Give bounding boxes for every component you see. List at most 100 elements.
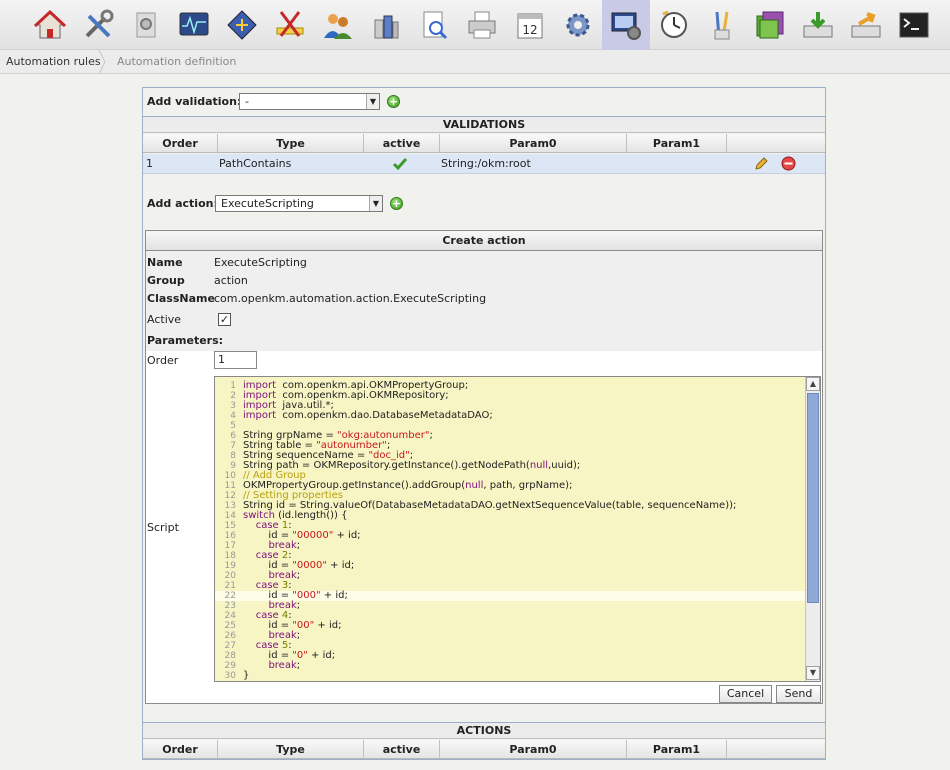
code-token: ;: [296, 600, 301, 611]
line-content: }: [243, 671, 249, 681]
add-validation-label: Add validation:: [147, 95, 242, 108]
create-action-title: Create action: [146, 231, 822, 251]
printer-icon[interactable]: [458, 0, 506, 50]
database-icon[interactable]: [362, 0, 410, 50]
search-icon[interactable]: [122, 0, 170, 50]
breadcrumb-automation-rules[interactable]: Automation rules: [6, 50, 101, 74]
chevron-down-icon: ▼: [366, 94, 379, 109]
col-param1: Param1: [627, 740, 727, 759]
active-checkbox[interactable]: ✓: [218, 313, 231, 326]
check-icon: [392, 158, 408, 171]
code-line: 17 break;: [215, 540, 805, 552]
col-param0: Param0: [440, 134, 627, 153]
col-active: active: [364, 740, 440, 759]
line-content: break;: [243, 661, 300, 671]
tools-icon[interactable]: [74, 0, 122, 50]
code-token: }: [243, 670, 250, 681]
col-param1: Param1: [627, 134, 727, 153]
calendar-icon[interactable]: 12: [506, 0, 554, 50]
code-lines: 1 import com.openkm.api.OKMPropertyGroup;…: [215, 381, 805, 681]
name-value: ExecuteScripting: [214, 256, 307, 269]
main-toolbar: 12: [0, 0, 950, 50]
gear-icon[interactable]: [554, 0, 602, 50]
code-token: + id;: [320, 590, 348, 601]
script-editor[interactable]: 1 import com.openkm.api.OKMPropertyGroup;…: [214, 376, 821, 682]
import-icon[interactable]: [794, 0, 842, 50]
create-action-box: Create action Name ExecuteScripting Grou…: [145, 230, 823, 704]
group-label: Group: [147, 274, 185, 287]
report-icon[interactable]: [410, 0, 458, 50]
validation-select-value: -: [245, 95, 249, 108]
brushes-icon[interactable]: [698, 0, 746, 50]
scroll-down-icon[interactable]: ▼: [806, 666, 820, 680]
validations-header: Order Type active Param0 Param1: [143, 134, 825, 153]
line-number: 23: [224, 601, 236, 611]
diamond-icon[interactable]: [218, 0, 266, 50]
code-token: import: [243, 410, 277, 421]
order-label: Order: [147, 354, 179, 367]
home-icon[interactable]: [26, 0, 74, 50]
scissors-icon[interactable]: [266, 0, 314, 50]
breadcrumb-separator-icon: [98, 50, 106, 74]
export-icon[interactable]: [842, 0, 890, 50]
col-active: active: [364, 134, 440, 153]
code-line: 14 switch (id.length()) {: [215, 511, 805, 522]
users-icon[interactable]: [314, 0, 362, 50]
terminal-icon[interactable]: [890, 0, 938, 50]
code-token: null: [465, 480, 484, 491]
order-input[interactable]: 1: [214, 351, 257, 369]
delete-icon[interactable]: [781, 156, 796, 171]
clock-icon[interactable]: [650, 0, 698, 50]
automation-icon[interactable]: [602, 0, 650, 50]
action-select[interactable]: ExecuteScripting ▼: [215, 195, 383, 212]
line-number: 6: [230, 431, 236, 441]
actions-header: Order Type active Param0 Param1: [143, 740, 825, 759]
parameters-label: Parameters:: [147, 334, 224, 347]
action-select-value: ExecuteScripting: [221, 197, 314, 210]
cancel-button[interactable]: Cancel: [719, 685, 772, 703]
validations-title: VALIDATIONS: [143, 116, 825, 133]
code-token: com.openkm.dao.DatabaseMetadataDAO;: [276, 410, 493, 421]
add-validation-button[interactable]: +: [387, 95, 400, 108]
col-order: Order: [143, 134, 218, 153]
line-number: 22: [224, 591, 236, 601]
send-button[interactable]: Send: [776, 685, 821, 703]
line-number: 11: [224, 481, 236, 491]
script-label: Script: [147, 521, 179, 534]
row-type: PathContains: [219, 157, 292, 170]
name-label: Name: [147, 256, 183, 269]
calendar-day: 12: [522, 23, 537, 37]
line-number: 14: [224, 511, 236, 521]
code-line: 23 break;: [215, 600, 805, 612]
table-row[interactable]: 1 PathContains String:/okm:root: [143, 154, 825, 174]
line-number: 12: [224, 491, 236, 501]
scroll-up-icon[interactable]: ▲: [806, 377, 820, 391]
line-number: 19: [224, 561, 236, 571]
classname-label: ClassName: [147, 292, 215, 305]
row-order: 1: [146, 157, 153, 170]
breadcrumb: Automation rules Automation definition: [0, 50, 950, 74]
breadcrumb-automation-definition: Automation definition: [117, 55, 237, 68]
line-number: 28: [224, 651, 236, 661]
col-type: Type: [218, 134, 364, 153]
editor-scrollbar[interactable]: ▲ ▼: [805, 377, 820, 681]
pencil-icon[interactable]: [753, 156, 769, 172]
code-token: ;: [296, 540, 301, 551]
add-action-button[interactable]: +: [390, 197, 403, 210]
line-content: import com.openkm.dao.DatabaseMetadataDA…: [243, 411, 493, 421]
monitor-icon[interactable]: [170, 0, 218, 50]
line-number: 5: [230, 421, 236, 431]
line-number: 24: [224, 611, 236, 621]
line-number: 26: [224, 631, 236, 641]
scroll-thumb[interactable]: [807, 393, 819, 603]
line-number: 8: [230, 451, 236, 461]
line-number: 27: [224, 641, 236, 651]
folders-icon[interactable]: [746, 0, 794, 50]
line-number: 4: [230, 411, 236, 421]
validation-select[interactable]: - ▼: [239, 93, 380, 110]
active-label: Active: [147, 313, 182, 326]
line-number: 29: [224, 661, 236, 671]
col-type: Type: [218, 740, 364, 759]
line-number: 20: [224, 571, 236, 581]
row-param0: String:/okm:root: [441, 157, 531, 170]
